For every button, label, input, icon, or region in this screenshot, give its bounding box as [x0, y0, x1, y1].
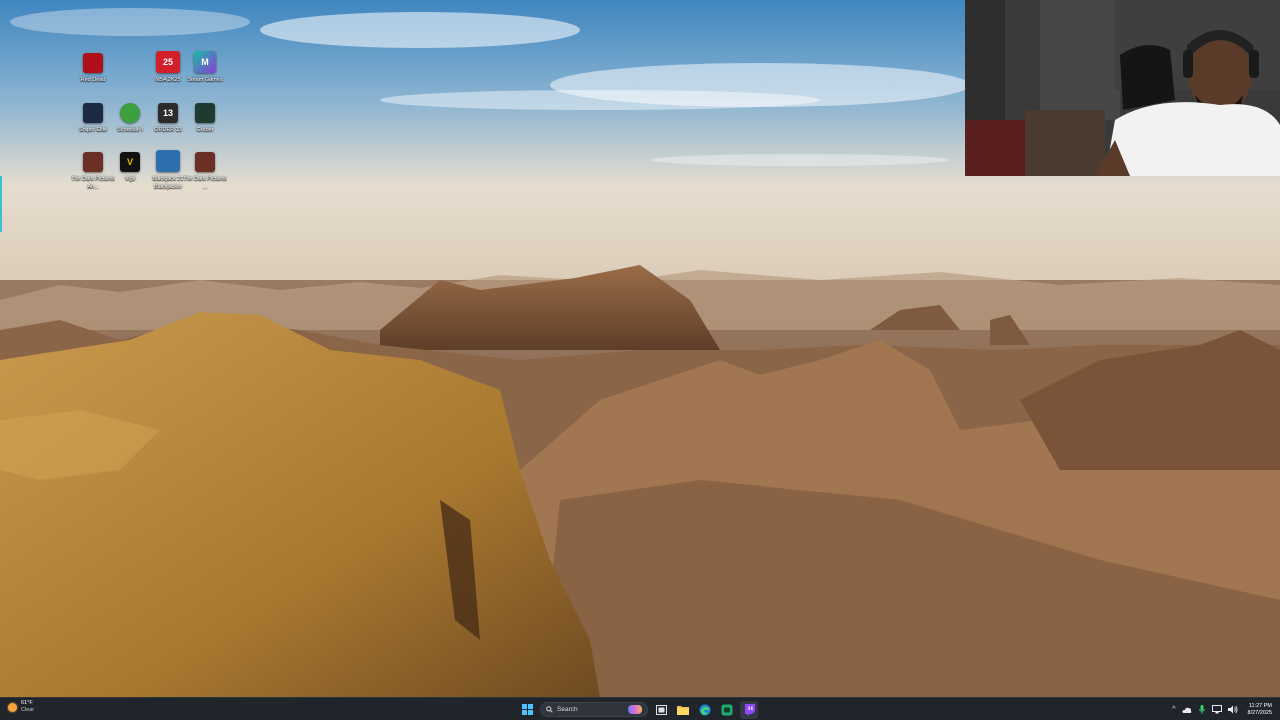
system-tray: ^ 11:27 PM 8/27/2025 — [1172, 700, 1272, 719]
vigil-app-icon: V — [120, 152, 140, 172]
desktop-icon-red-dead[interactable]: Red Dead — [73, 53, 113, 84]
taskbar-clock[interactable]: 11:27 PM 8/27/2025 — [1248, 703, 1272, 717]
file-explorer-button[interactable] — [674, 701, 692, 719]
search-icon — [546, 706, 553, 713]
xbox-button[interactable] — [718, 701, 736, 719]
tray-overflow-button[interactable]: ^ — [1172, 705, 1175, 714]
red-dead-app-icon — [83, 53, 103, 73]
schedule-i-app-icon — [120, 103, 140, 123]
clock-date: 8/27/2025 — [1247, 709, 1272, 716]
task-view-button[interactable] — [652, 701, 670, 719]
screen-edge-accent — [0, 176, 2, 232]
desktop-icon-schedule-i[interactable]: Schedule I — [110, 103, 150, 134]
start-button[interactable] — [518, 701, 536, 719]
weather-widget[interactable]: 61°F Clear — [8, 700, 34, 714]
desktop-icon-vigil[interactable]: V Vigil — [110, 152, 150, 183]
weather-condition: Clear — [21, 707, 35, 713]
desktop-icon-sniper-elite[interactable]: Sniper Elite — [73, 103, 113, 134]
desktop-icon-gruber[interactable]: Gruber — [185, 103, 225, 134]
gruber-app-icon — [195, 103, 215, 123]
desktop-icon-order-13[interactable]: 13 ORDER 13 — [148, 103, 188, 134]
volume-icon[interactable] — [1227, 705, 1238, 714]
windows-logo-icon — [521, 704, 533, 715]
xbox-icon — [721, 704, 733, 715]
microphone-icon[interactable] — [1198, 705, 1206, 714]
folder-icon — [677, 705, 689, 715]
sun-icon — [8, 702, 17, 712]
cloud-icon[interactable] — [1181, 706, 1192, 714]
taskbar: 61°F Clear Search ^ 11:27 PM 8/27/2025 — [0, 697, 1280, 720]
desktop-icon-steam-games[interactable]: M Steam Games — [185, 51, 225, 84]
desktop-icon-nba-2k25[interactable]: 25 NBA 2K25 — [148, 51, 188, 84]
weather-temperature: 61°F — [21, 700, 33, 706]
steam-games-app-icon: M — [194, 51, 216, 73]
search-input[interactable] — [557, 706, 617, 713]
taskbar-app-strip — [518, 700, 758, 719]
sniper-elite-app-icon — [83, 103, 103, 123]
task-view-icon — [655, 704, 667, 715]
nba-2k25-app-icon: 25 — [156, 51, 180, 73]
search-highlight-icon — [628, 705, 642, 714]
twitch-icon — [744, 703, 755, 716]
webcam-feed-image — [965, 0, 1280, 176]
desktop-icon-dark-pictures-2[interactable]: The Dark Pictures ... — [183, 152, 227, 191]
edge-icon — [699, 704, 711, 715]
network-icon[interactable] — [1211, 705, 1222, 714]
taskbar-search-box[interactable] — [540, 702, 648, 717]
desktop-icon-dark-pictures-1[interactable]: The Dark Pictures An... — [71, 152, 115, 191]
edge-button[interactable] — [696, 701, 714, 719]
blackjack-app-icon — [156, 150, 180, 172]
order-13-app-icon: 13 — [158, 103, 178, 123]
dark-pictures-app-icon — [83, 152, 103, 172]
webcam-overlay — [965, 0, 1280, 176]
desktop-icon-blackjack-21[interactable]: Blackjack 21 Blackjacker — [148, 150, 188, 191]
twitch-button[interactable] — [740, 700, 758, 719]
clock-time: 11:27 PM — [1248, 702, 1272, 709]
dark-pictures-app-icon — [195, 152, 215, 172]
